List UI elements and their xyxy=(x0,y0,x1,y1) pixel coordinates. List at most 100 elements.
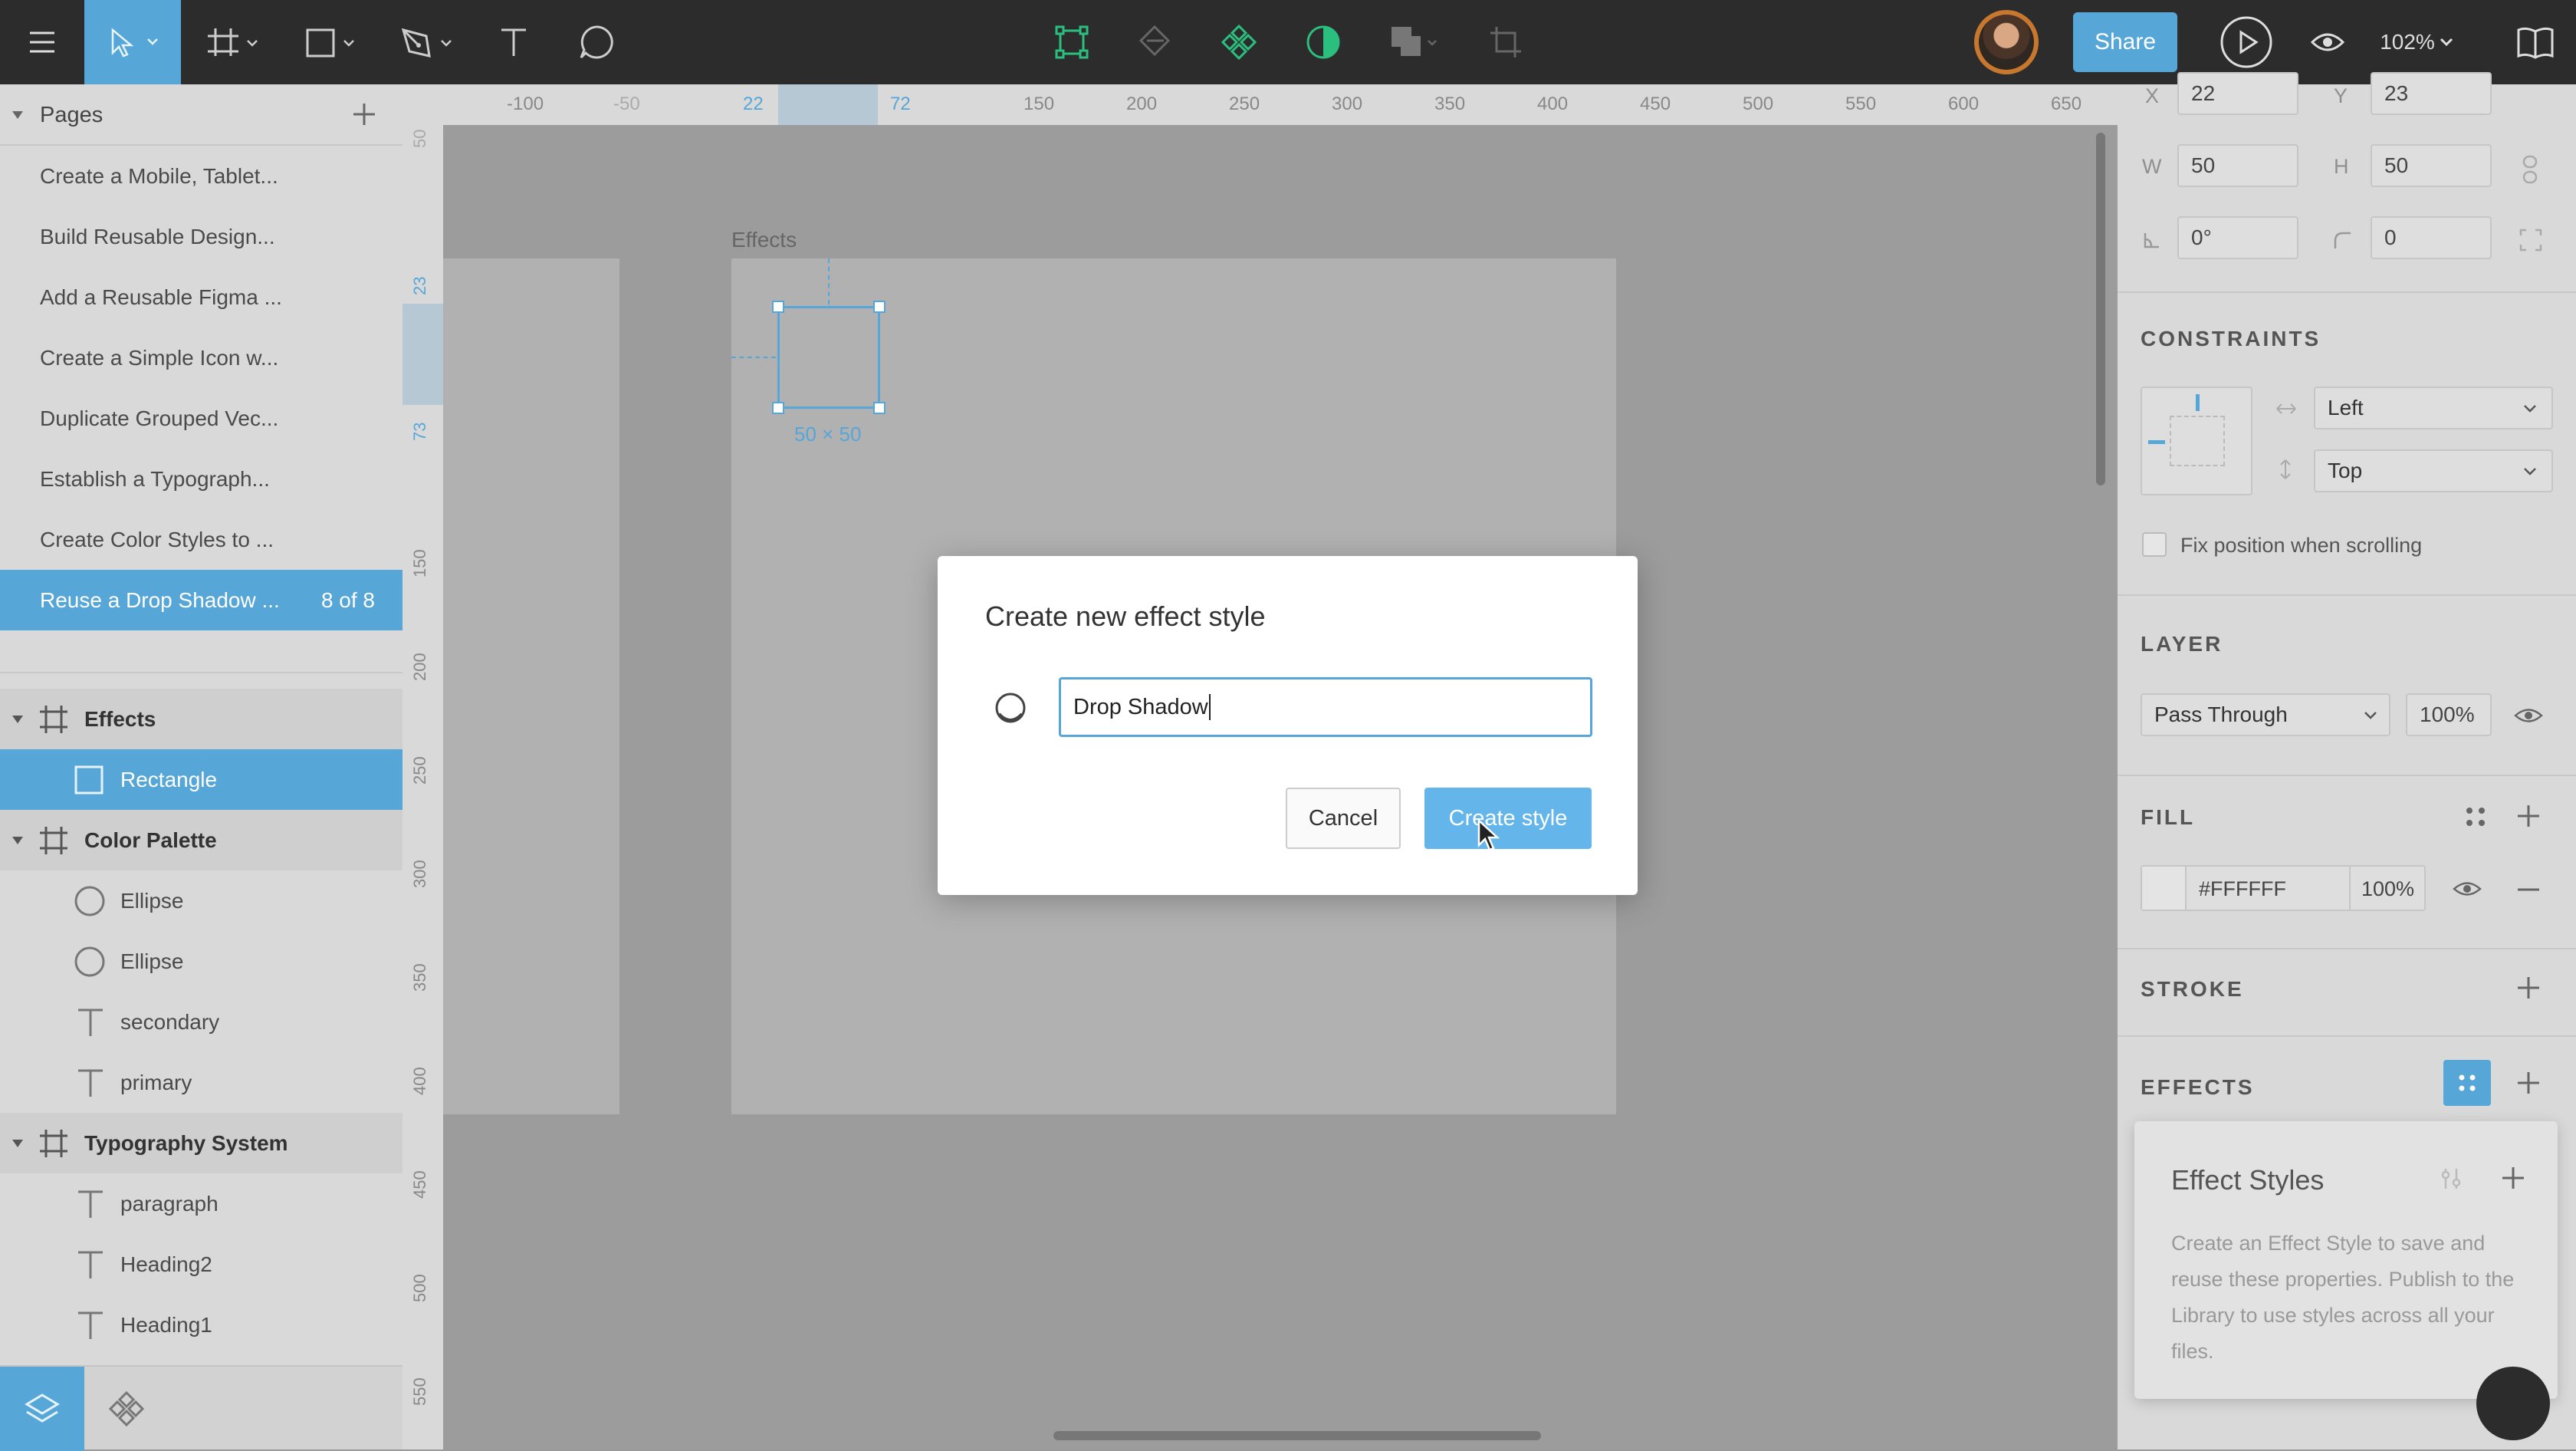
share-button[interactable]: Share xyxy=(2073,12,2177,72)
eye-icon[interactable] xyxy=(2452,877,2482,900)
resize-handle[interactable] xyxy=(873,301,886,313)
layer-text-heading2[interactable]: Heading2 xyxy=(0,1234,402,1295)
add-stroke-icon[interactable] xyxy=(2515,974,2542,1002)
blend-mode-select[interactable]: Pass Through xyxy=(2141,693,2390,736)
horizontal-scrollbar[interactable] xyxy=(1053,1431,1541,1440)
remove-fill-icon[interactable] xyxy=(2515,876,2542,903)
assets-tab[interactable] xyxy=(84,1367,169,1451)
crop-icon xyxy=(1490,27,1521,58)
constraint-horizontal-select[interactable]: Left xyxy=(2314,387,2553,429)
layer-frame-typography[interactable]: Typography System xyxy=(0,1113,402,1173)
effect-styles-button[interactable] xyxy=(2443,1060,2491,1106)
constraint-left-marker[interactable] xyxy=(2148,440,2165,444)
frame-partial[interactable] xyxy=(443,258,619,1114)
text-icon xyxy=(78,1190,103,1218)
pages-title: Pages xyxy=(40,103,104,127)
ruler-tick: 550 xyxy=(1845,94,1877,114)
create-effect-style-dialog: Create new effect style Drop Shadow Canc… xyxy=(938,556,1638,895)
layer-frame-color-palette[interactable]: Color Palette xyxy=(0,810,402,870)
width-input[interactable]: 50 xyxy=(2177,144,2298,187)
fix-position-checkbox[interactable] xyxy=(2142,532,2167,557)
comment-tool-button[interactable] xyxy=(573,0,619,84)
ruler-tick: -100 xyxy=(507,94,544,114)
layer-label: primary xyxy=(120,1070,192,1094)
layers-tab[interactable] xyxy=(0,1367,84,1451)
contrast-button[interactable] xyxy=(1300,0,1346,84)
add-fill-icon[interactable] xyxy=(2515,802,2542,830)
add-page-icon[interactable] xyxy=(351,101,377,127)
layer-rectangle[interactable]: Rectangle xyxy=(0,749,402,810)
vertical-scrollbar[interactable] xyxy=(2096,133,2105,485)
fill-hex[interactable]: #FFFFFF xyxy=(2199,877,2286,901)
x-input[interactable]: 22 xyxy=(2177,72,2298,115)
resize-handle[interactable] xyxy=(772,402,784,414)
constraint-widget[interactable] xyxy=(2141,387,2252,495)
page-item[interactable]: Establish a Typograph... xyxy=(0,449,402,509)
library-button[interactable] xyxy=(2509,0,2562,84)
pen-tool-button[interactable] xyxy=(395,0,464,84)
resize-handle[interactable] xyxy=(873,402,886,414)
page-item[interactable]: Create a Simple Icon w... xyxy=(0,327,402,388)
ruler-tick: 350 xyxy=(1434,94,1466,114)
layer-frame-effects[interactable]: Effects xyxy=(0,689,402,749)
fill-opacity[interactable]: 100% xyxy=(2361,877,2414,901)
shape-tool-button[interactable] xyxy=(299,0,368,84)
components-icon xyxy=(108,1390,145,1427)
adjust-icon[interactable] xyxy=(2438,1166,2464,1192)
page-item[interactable]: Create a Mobile, Tablet... xyxy=(0,146,402,206)
ruler-tick: 650 xyxy=(2051,94,2082,114)
text-tool-button[interactable] xyxy=(491,0,537,84)
chevron-down-icon xyxy=(2524,405,2536,413)
reset-instance-button[interactable] xyxy=(1132,0,1178,84)
layer-text-primary[interactable]: primary xyxy=(0,1052,402,1113)
avatar[interactable] xyxy=(1972,0,2041,84)
layers-boolean-icon xyxy=(1392,27,1437,56)
fill-swatch[interactable] xyxy=(2142,867,2187,910)
layer-text-paragraph[interactable]: paragraph xyxy=(0,1173,402,1234)
frame-tool-button[interactable] xyxy=(201,0,270,84)
create-style-button[interactable]: Create style xyxy=(1424,788,1592,849)
constraint-vertical-select[interactable]: Top xyxy=(2314,449,2553,492)
page-item[interactable]: Create Color Styles to ... xyxy=(0,509,402,570)
components-button[interactable] xyxy=(1216,0,1262,84)
move-tool-button[interactable] xyxy=(84,0,181,84)
resize-handle[interactable] xyxy=(772,301,784,313)
view-button[interactable] xyxy=(2305,0,2351,84)
frame-label[interactable]: Effects xyxy=(731,228,797,252)
add-effect-icon[interactable] xyxy=(2515,1069,2542,1097)
add-style-icon[interactable] xyxy=(2499,1164,2527,1192)
height-input[interactable]: 50 xyxy=(2371,144,2492,187)
text-caret xyxy=(1208,694,1211,720)
page-item[interactable]: Duplicate Grouped Vec... xyxy=(0,388,402,449)
layer-text-heading1[interactable]: Heading1 xyxy=(0,1295,402,1355)
crop-button[interactable] xyxy=(1483,0,1529,84)
boolean-ops-button[interactable] xyxy=(1385,0,1446,84)
selected-rectangle[interactable] xyxy=(772,301,886,414)
panel-footer xyxy=(0,1365,402,1451)
independent-corners-icon[interactable] xyxy=(2519,229,2542,252)
fill-row[interactable]: #FFFFFF 100% xyxy=(2141,865,2426,911)
stroke-title: STROKE xyxy=(2141,977,2244,1001)
page-item[interactable]: Add a Reusable Figma ... xyxy=(0,267,402,327)
constraint-top-marker[interactable] xyxy=(2196,394,2200,411)
radius-input[interactable]: 0 xyxy=(2371,216,2492,259)
page-item-selected[interactable]: Reuse a Drop Shadow ... 8 of 8 xyxy=(0,570,402,630)
layer-ellipse[interactable]: Ellipse xyxy=(0,870,402,931)
menu-icon[interactable] xyxy=(0,0,84,84)
layer-text-secondary[interactable]: secondary xyxy=(0,992,402,1052)
layer-ellipse[interactable]: Ellipse xyxy=(0,931,402,992)
eye-icon[interactable] xyxy=(2513,704,2544,727)
constrain-proportions-icon[interactable] xyxy=(2521,155,2539,184)
cancel-button[interactable]: Cancel xyxy=(1286,788,1401,849)
y-input[interactable]: 23 xyxy=(2371,72,2492,115)
style-grid-icon[interactable] xyxy=(2463,804,2489,830)
pages-header[interactable]: Pages xyxy=(0,84,402,146)
help-button[interactable] xyxy=(2476,1367,2550,1440)
ellipse-icon xyxy=(74,886,105,916)
layer-opacity-input[interactable]: 100% xyxy=(2406,693,2492,736)
page-item[interactable]: Build Reusable Design... xyxy=(0,206,402,267)
rotation-input[interactable]: 0° xyxy=(2177,216,2298,259)
style-name-input[interactable]: Drop Shadow xyxy=(1059,677,1592,737)
create-component-button[interactable] xyxy=(1049,0,1095,84)
divider xyxy=(0,672,402,673)
